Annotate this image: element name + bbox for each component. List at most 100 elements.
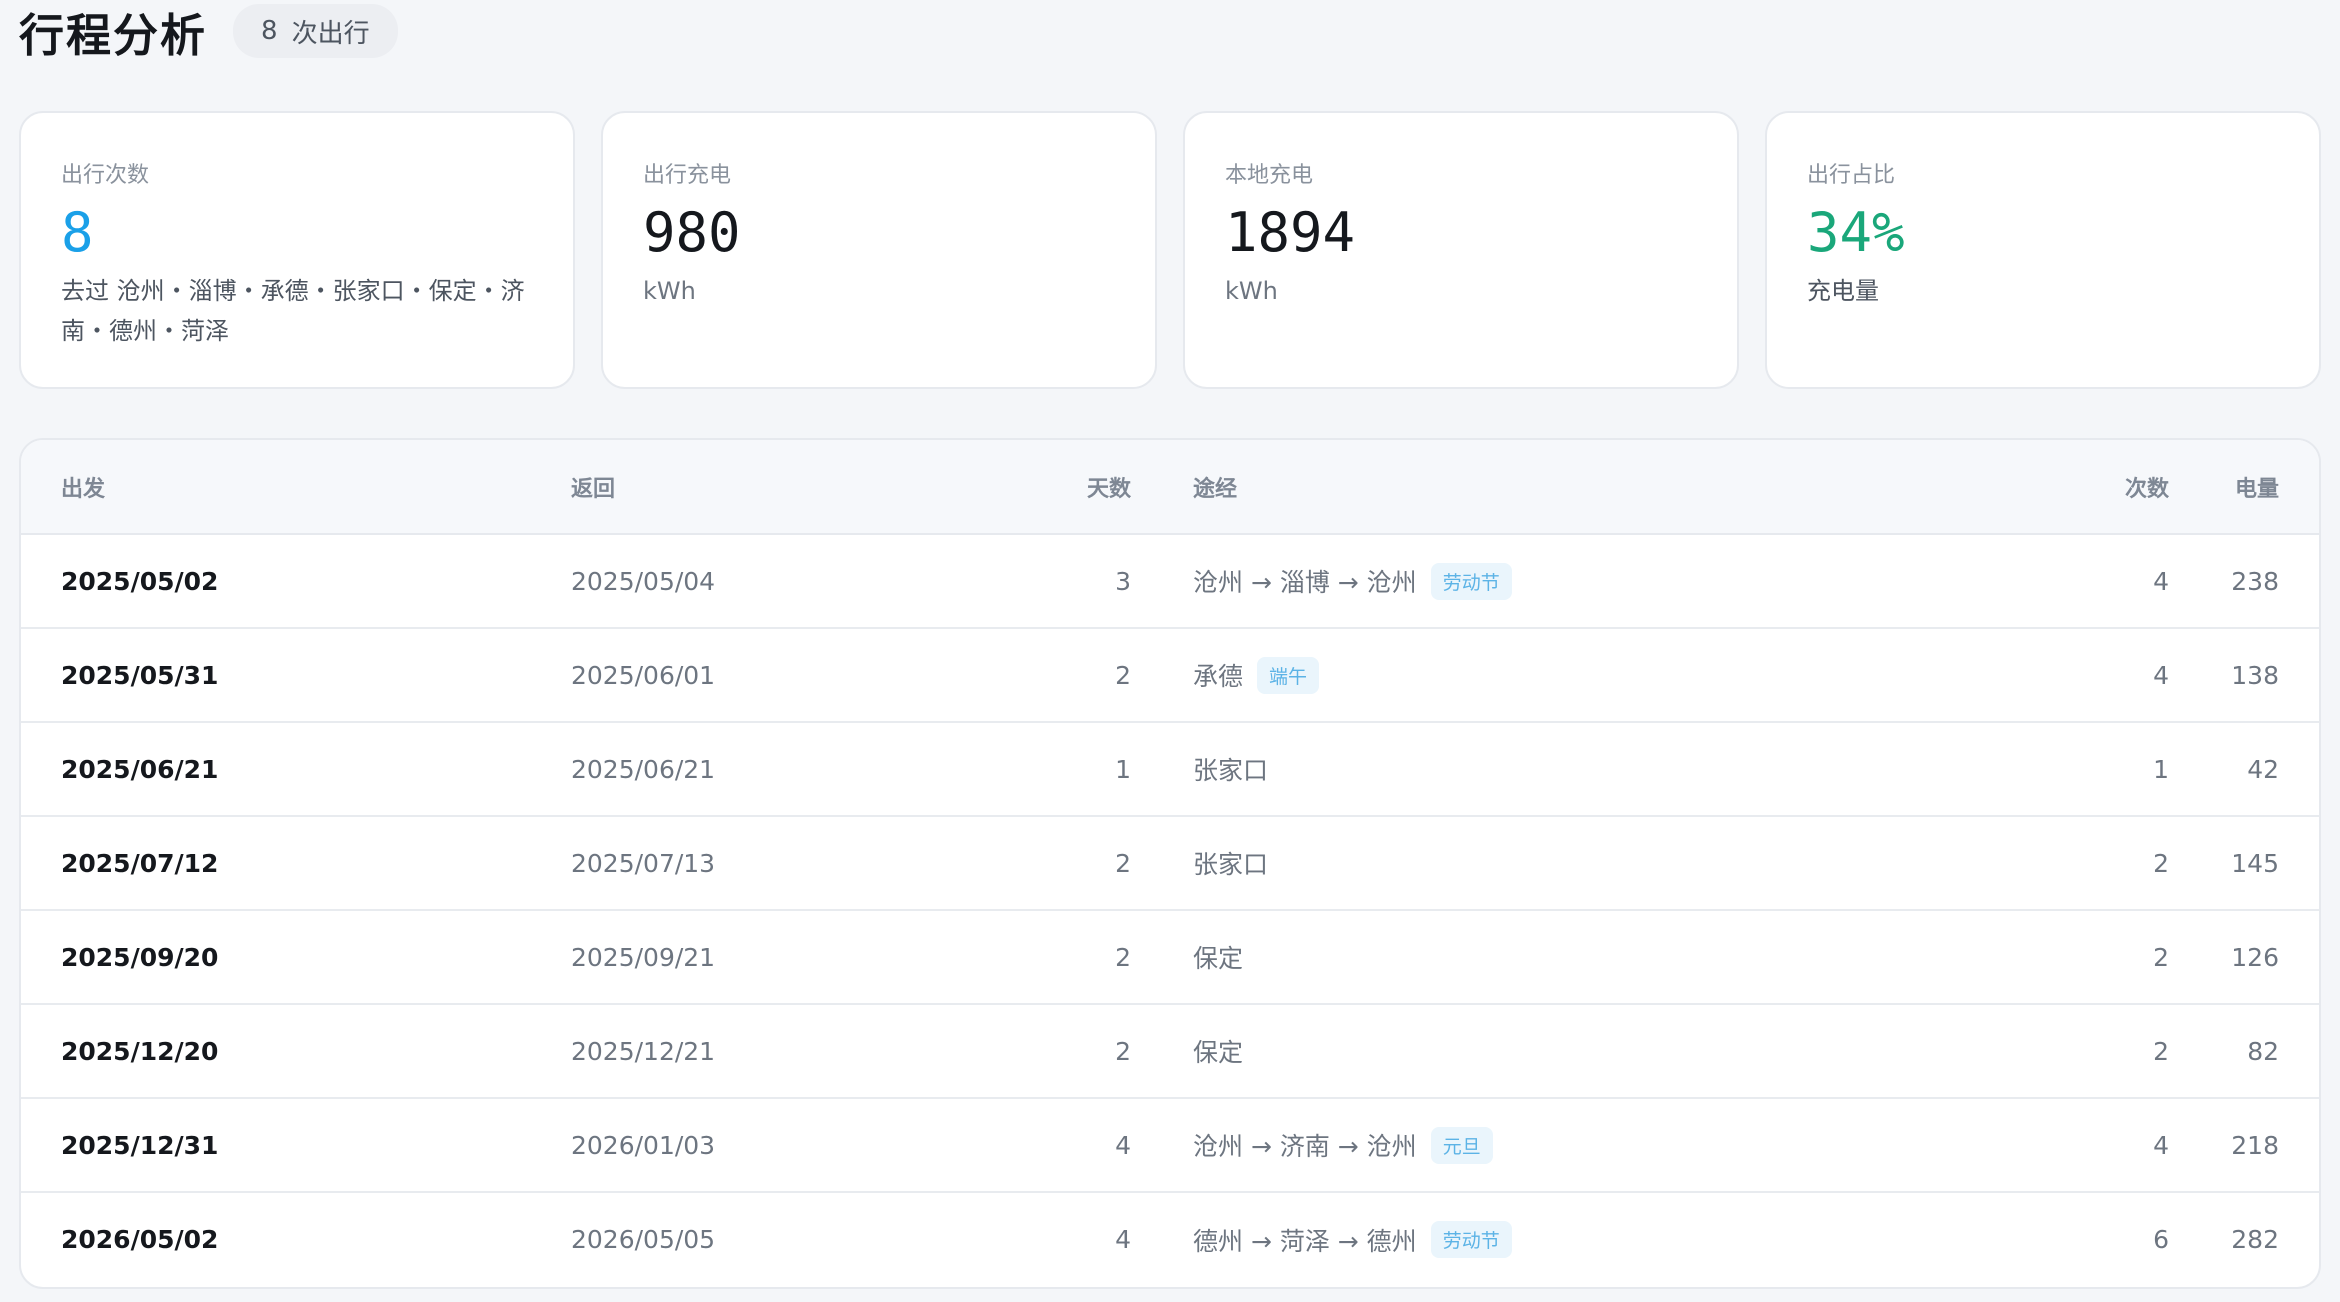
table-row[interactable]: 2025/07/12 2025/07/13 2 张家口 2 145: [21, 816, 2319, 910]
page-title: 行程分析: [19, 8, 208, 62]
departure-date: 2025/09/20: [61, 942, 219, 972]
charge-count: 6: [2153, 1225, 2169, 1254]
energy: 42: [2247, 754, 2279, 784]
trip-count-badge: 8 次出行: [233, 4, 398, 58]
route: 张家口: [1193, 756, 1269, 785]
summary-cards: 出行次数 8 去过 沧州・淄博・承德・张家口・保定・济南・德州・菏泽 出行充电 …: [19, 111, 2321, 389]
charge-count: 2: [2153, 1036, 2169, 1066]
route: 张家口: [1193, 850, 1269, 879]
trips-table: 出发 返回 天数 途经 次数 电量 2025/05/02 2025/05/04 …: [21, 440, 2319, 1286]
card-trip-charging: 出行充电 980 kWh: [601, 111, 1157, 389]
return-date: 2025/07/13: [571, 848, 716, 878]
route-cell: 保定: [1193, 910, 1949, 1004]
return-date: 2025/12/21: [571, 1036, 716, 1066]
card-label: 出行占比: [1807, 163, 1896, 188]
table-body: 2025/05/02 2025/05/04 3 沧州 → 淄博 → 沧州 劳动节 …: [21, 534, 2319, 1286]
table-row[interactable]: 2025/06/21 2025/06/21 1 张家口 1 42: [21, 722, 2319, 816]
card-caption: 充电量: [1807, 277, 1879, 305]
departure-date: 2025/12/31: [61, 1130, 219, 1160]
energy: 82: [2247, 1036, 2279, 1066]
energy: 145: [2231, 848, 2279, 878]
charge-count: 1: [2153, 754, 2169, 784]
route: 德州 → 菏泽 → 德州: [1193, 1226, 1417, 1256]
departure-date: 2025/05/02: [61, 566, 219, 596]
table-header-row: 出发 返回 天数 途经 次数 电量: [21, 440, 2319, 534]
col-departure[interactable]: 出发: [21, 440, 571, 534]
charge-count: 2: [2153, 848, 2169, 878]
visited-cities: 去过 沧州・淄博・承德・张家口・保定・济南・德州・菏泽: [61, 277, 525, 345]
badge-unit: 次出行: [291, 18, 370, 49]
departure-date: 2025/12/20: [61, 1036, 219, 1066]
charge-count: 4: [2153, 660, 2169, 690]
card-label: 出行充电: [643, 163, 732, 188]
card-local-charging: 本地充电 1894 kWh: [1183, 111, 1739, 389]
col-return[interactable]: 返回: [571, 440, 1001, 534]
card-trip-count: 出行次数 8 去过 沧州・淄博・承德・张家口・保定・济南・德州・菏泽: [19, 111, 575, 389]
return-date: 2025/09/21: [571, 942, 716, 972]
route-cell: 张家口: [1193, 722, 1949, 816]
col-route[interactable]: 途经: [1193, 440, 1949, 534]
card-trip-ratio: 出行占比 34% 充电量: [1765, 111, 2321, 389]
table-row[interactable]: 2026/05/02 2026/05/05 4 德州 → 菏泽 → 德州 劳动节 …: [21, 1192, 2319, 1286]
card-value: 8: [61, 201, 94, 264]
return-date: 2025/05/04: [571, 566, 716, 596]
route: 沧州 → 淄博 → 沧州: [1193, 568, 1417, 597]
energy: 126: [2231, 942, 2279, 972]
card-value: 1894: [1225, 201, 1356, 264]
days: 3: [1115, 566, 1131, 596]
table-row[interactable]: 2025/09/20 2025/09/21 2 保定 2 126: [21, 910, 2319, 1004]
route-cell: 德州 → 菏泽 → 德州 劳动节: [1193, 1192, 1949, 1286]
holiday-tag: 元旦: [1430, 1126, 1493, 1164]
days: 2: [1115, 848, 1131, 878]
card-label: 本地充电: [1225, 163, 1314, 188]
table-header: 出发 返回 天数 途经 次数 电量: [21, 440, 2319, 534]
trip-analysis-page: 行程分析 8 次出行 出行次数 8 去过 沧州・淄博・承德・张家口・保定・济南・…: [0, 0, 2340, 1302]
route: 承德: [1193, 662, 1244, 691]
days: 4: [1115, 1130, 1131, 1160]
card-unit: kWh: [643, 277, 696, 305]
energy: 282: [2231, 1225, 2279, 1254]
return-date: 2026/05/05: [571, 1225, 716, 1254]
route-cell: 沧州 → 济南 → 沧州 元旦: [1193, 1098, 1949, 1192]
col-days[interactable]: 天数: [1001, 440, 1193, 534]
trips-table-container: 出发 返回 天数 途经 次数 电量 2025/05/02 2025/05/04 …: [19, 438, 2321, 1289]
badge-count: 8: [261, 16, 278, 46]
energy: 238: [2231, 566, 2279, 596]
card-value: 980: [643, 201, 741, 264]
energy: 138: [2231, 660, 2279, 690]
col-count[interactable]: 次数: [1949, 440, 2169, 534]
days: 2: [1115, 942, 1131, 972]
route-cell: 沧州 → 淄博 → 沧州 劳动节: [1193, 534, 1949, 628]
days: 4: [1115, 1225, 1131, 1254]
days: 2: [1115, 660, 1131, 690]
col-power[interactable]: 电量: [2169, 440, 2319, 534]
energy: 218: [2231, 1130, 2279, 1160]
route: 保定: [1193, 944, 1244, 973]
route-cell: 保定: [1193, 1004, 1949, 1098]
route-cell: 承德 端午: [1193, 628, 1949, 722]
table-row[interactable]: 2025/05/31 2025/06/01 2 承德 端午 4 138: [21, 628, 2319, 722]
holiday-tag: 劳动节: [1430, 1221, 1512, 1258]
days: 1: [1115, 754, 1131, 784]
departure-date: 2025/07/12: [61, 848, 219, 878]
card-label: 出行次数: [61, 163, 150, 188]
route: 沧州 → 济南 → 沧州: [1193, 1132, 1417, 1161]
route: 保定: [1193, 1038, 1244, 1067]
departure-date: 2026/05/02: [61, 1225, 219, 1254]
holiday-tag: 劳动节: [1430, 562, 1512, 600]
departure-date: 2025/06/21: [61, 754, 219, 784]
table-row[interactable]: 2025/05/02 2025/05/04 3 沧州 → 淄博 → 沧州 劳动节 …: [21, 534, 2319, 628]
return-date: 2025/06/21: [571, 754, 716, 784]
card-value: 34%: [1807, 201, 1905, 264]
page-header: 行程分析 8 次出行: [19, 0, 2321, 62]
card-unit: kWh: [1225, 277, 1278, 305]
table-row[interactable]: 2025/12/20 2025/12/21 2 保定 2 82: [21, 1004, 2319, 1098]
return-date: 2025/06/01: [571, 660, 716, 690]
departure-date: 2025/05/31: [61, 660, 219, 690]
charge-count: 2: [2153, 942, 2169, 972]
holiday-tag: 端午: [1257, 656, 1320, 694]
charge-count: 4: [2153, 1130, 2169, 1160]
return-date: 2026/01/03: [571, 1130, 716, 1160]
route-cell: 张家口: [1193, 816, 1949, 910]
table-row[interactable]: 2025/12/31 2026/01/03 4 沧州 → 济南 → 沧州 元旦 4…: [21, 1098, 2319, 1192]
